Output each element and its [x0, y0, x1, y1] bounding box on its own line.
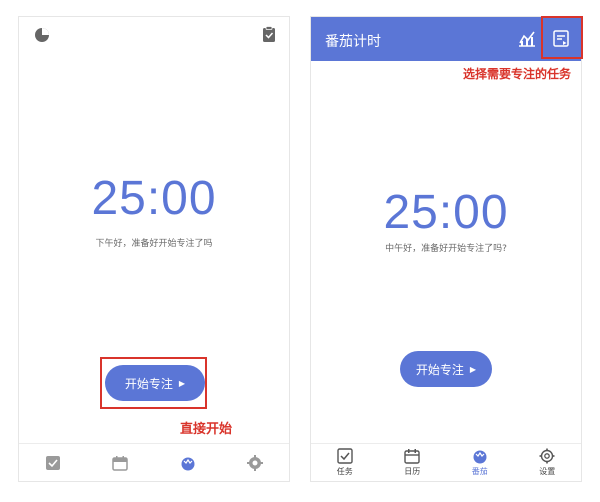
timer-display: 25:00	[91, 172, 217, 225]
gear-icon	[247, 454, 264, 471]
tab-label: 任务	[336, 467, 353, 476]
phone-screen-default: 25:00 下午好，准备好开始专注了吗 开始专注 ▶	[18, 16, 290, 482]
annotation-start-direct: 直接开始	[180, 422, 233, 437]
tutorial-canvas: 25:00 下午好，准备好开始专注了吗 开始专注 ▶ 番茄计时 25:00 中午…	[0, 0, 600, 502]
start-focus-label: 开始专注	[415, 362, 464, 377]
start-focus-button[interactable]: 开始专注 ▶	[400, 351, 492, 387]
tab-settings[interactable]: 设置	[514, 444, 582, 481]
phone-screen-app: 番茄计时 25:00 中午好，准备好开始专注了吗? 开始专注 ▶ 任务 日历 番…	[310, 16, 582, 482]
checkbox-icon	[337, 448, 353, 464]
calendar-icon	[404, 448, 420, 464]
annotation-select-task: 选择需要专注的任务	[463, 67, 572, 81]
gear-icon	[539, 448, 555, 464]
statistics-chart-icon[interactable]	[518, 30, 536, 47]
tab-calendar[interactable]: 日历	[379, 444, 447, 481]
tomato-icon	[180, 455, 196, 471]
clipboard-icon[interactable]	[262, 26, 276, 43]
app-title: 番茄计时	[325, 34, 381, 50]
tab-settings[interactable]	[222, 444, 290, 481]
tab-calendar[interactable]	[87, 444, 155, 481]
tab-label: 番茄	[471, 467, 488, 476]
bottom-tab-bar: 任务 日历 番茄 设置	[311, 443, 581, 481]
play-icon: ▶	[469, 364, 477, 374]
tab-tomato[interactable]	[154, 444, 222, 481]
tab-label: 日历	[404, 467, 421, 476]
pie-chart-icon[interactable]	[34, 27, 50, 43]
greeting-text: 下午好，准备好开始专注了吗	[95, 239, 213, 249]
tomato-icon	[472, 448, 488, 464]
highlight-task-list-icon	[541, 16, 583, 59]
tab-tomato[interactable]: 番茄	[446, 444, 514, 481]
tab-tasks[interactable]: 任务	[311, 444, 379, 481]
tab-label: 设置	[539, 467, 556, 476]
checkbox-icon	[45, 455, 61, 471]
timer-display: 25:00	[383, 186, 509, 239]
bottom-tab-bar	[19, 443, 289, 481]
highlight-start-button	[100, 357, 207, 409]
calendar-icon	[112, 455, 128, 471]
greeting-text: 中午好，准备好开始专注了吗?	[385, 244, 507, 254]
tab-tasks[interactable]	[19, 444, 87, 481]
